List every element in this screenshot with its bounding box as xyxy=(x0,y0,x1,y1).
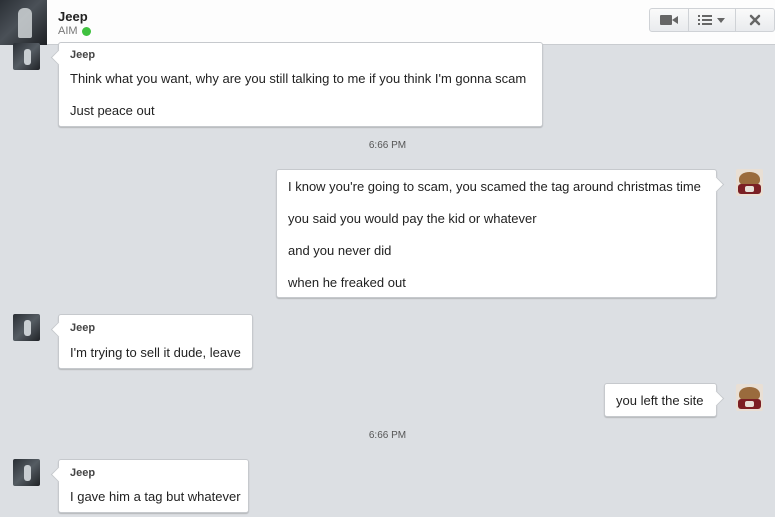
message-text: Think what you want, why are you still t… xyxy=(70,71,527,86)
contact-avatar[interactable] xyxy=(0,0,47,45)
chat-header: Jeep AIM xyxy=(0,0,775,45)
contact-status: AIM xyxy=(58,25,78,37)
message-bubble: Jeep I gave him a tag but whatever xyxy=(58,459,249,513)
sender-avatar[interactable] xyxy=(13,314,40,341)
message-text: you left the site xyxy=(616,393,704,408)
sender-name: Jeep xyxy=(70,322,96,334)
chevron-down-icon xyxy=(717,18,725,23)
close-icon xyxy=(749,14,761,26)
message-text: I know you're going to scam, you scamed … xyxy=(288,179,701,194)
close-button[interactable] xyxy=(735,8,775,32)
online-status-dot xyxy=(82,27,91,36)
contact-name[interactable]: Jeep xyxy=(58,9,88,24)
video-call-button[interactable] xyxy=(649,8,689,32)
sender-avatar[interactable] xyxy=(13,459,40,486)
my-avatar[interactable] xyxy=(736,169,763,196)
video-camera-icon xyxy=(660,15,678,25)
my-avatar[interactable] xyxy=(736,384,763,411)
message-text: I gave him a tag but whatever xyxy=(70,489,241,504)
sender-name: Jeep xyxy=(70,467,96,479)
message-bubble: Jeep I'm trying to sell it dude, leave xyxy=(58,314,253,369)
message-bubble: I know you're going to scam, you scamed … xyxy=(276,169,717,298)
list-icon xyxy=(698,15,712,25)
message-text: you said you would pay the kid or whatev… xyxy=(288,211,537,226)
message-text: Just peace out xyxy=(70,103,155,118)
timestamp: 6:66 PM xyxy=(368,430,407,441)
timestamp: 6:66 PM xyxy=(368,140,407,151)
message-bubble: Jeep Think what you want, why are you st… xyxy=(58,42,543,127)
message-bubble: you left the site xyxy=(604,383,717,417)
sender-name: Jeep xyxy=(70,49,96,61)
options-menu-button[interactable] xyxy=(688,8,736,32)
header-buttons xyxy=(649,8,775,34)
sender-avatar[interactable] xyxy=(13,43,40,70)
message-text: I'm trying to sell it dude, leave xyxy=(70,345,241,360)
message-text: and you never did xyxy=(288,243,392,258)
message-text: when he freaked out xyxy=(288,275,406,290)
